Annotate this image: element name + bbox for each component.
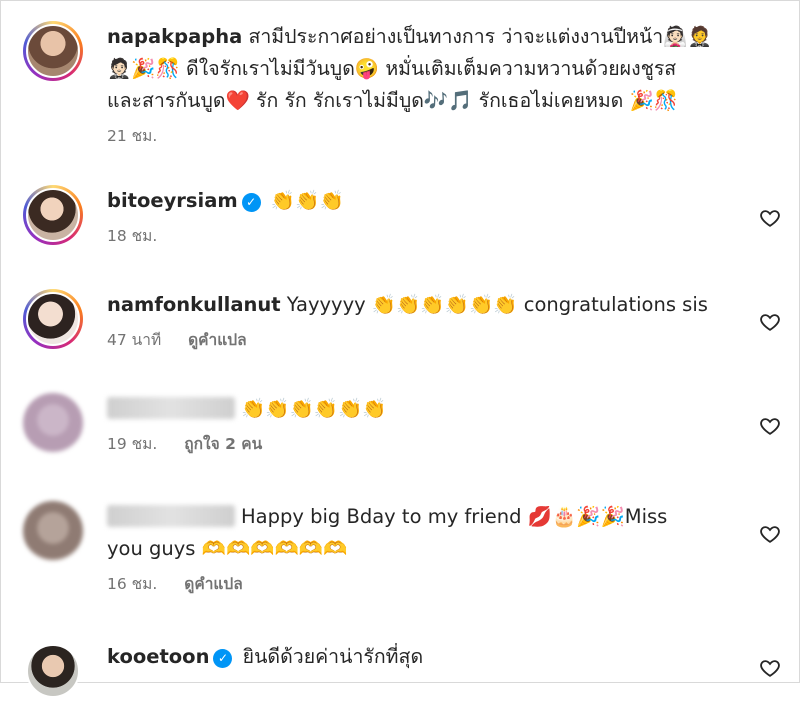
- comment-text: napakpapha สามีประกาศอย่างเป็นทางการ ว่า…: [107, 21, 729, 117]
- comment-line: Happy big Bday to my friend 💋🎂🎉🎉Miss: [241, 505, 668, 528]
- comment-username[interactable]: bitoeyrsiam: [107, 189, 238, 212]
- avatar-story-ring[interactable]: [23, 185, 83, 245]
- comment-line: และสารกันบูด❤️ รัก รัก รักเราไม่มีบูด🎶🎵 …: [107, 89, 679, 112]
- see-translation-link[interactable]: ดูคำแปล: [188, 331, 246, 349]
- comment-time[interactable]: 18 ชม.: [107, 227, 157, 245]
- comment-text: bitoeyrsiam ✓ 👏👏👏: [107, 185, 729, 217]
- avatar-blurred[interactable]: [23, 393, 83, 453]
- avatar[interactable]: [23, 393, 83, 453]
- comment-line: สามีประกาศอย่างเป็นทางการ ว่าจะแต่งงานปี…: [248, 25, 712, 48]
- comment-time[interactable]: 21 ชม.: [107, 127, 157, 145]
- comment-time[interactable]: 16 ชม.: [107, 575, 157, 593]
- comment-text: namfonkullanut Yayyyyy 👏👏👏👏👏👏 congratula…: [107, 289, 729, 321]
- heart-outline-icon[interactable]: [759, 523, 781, 545]
- avatar-blurred[interactable]: [23, 501, 83, 561]
- heart-outline-icon[interactable]: [759, 657, 781, 679]
- comment-username[interactable]: namfonkullanut: [107, 293, 281, 316]
- comment-text: kooetoon ✓ ยินดีด้วยค่าน่ารักที่สุด: [107, 641, 729, 673]
- comment-username-redacted[interactable]: [107, 397, 235, 419]
- avatar[interactable]: [26, 188, 80, 242]
- comment-line: ยินดีด้วยค่าน่ารักที่สุด: [242, 645, 424, 668]
- comment-line: 👏👏👏: [270, 189, 344, 212]
- avatar-story-ring[interactable]: [23, 21, 83, 81]
- comment-meta: 19 ชม. ถูกใจ 2 คน: [107, 431, 729, 456]
- comment-meta: 16 ชม. ดูคำแปล: [107, 571, 729, 596]
- comment-meta: 47 นาที ดูคำแปล: [107, 327, 729, 352]
- comment-likes[interactable]: ถูกใจ 2 คน: [184, 435, 262, 453]
- comment-line: Yayyyyy 👏👏👏👏👏👏 congratulations sis: [286, 293, 708, 316]
- avatar[interactable]: [26, 644, 80, 698]
- comment-line: 🤵🏻🎉🎊 ดีใจรักเราไม่มีวันบูด🤪 หมั่นเติมเต็…: [107, 57, 677, 80]
- comments-panel: napakpapha สามีประกาศอย่างเป็นทางการ ว่า…: [0, 0, 800, 698]
- verified-badge-icon: ✓: [241, 193, 261, 212]
- avatar[interactable]: [26, 292, 80, 346]
- heart-outline-icon[interactable]: [759, 311, 781, 333]
- comment-text: 👏👏👏👏👏👏: [107, 393, 729, 425]
- heart-outline-icon[interactable]: [759, 415, 781, 437]
- comment-text: Happy big Bday to my friend 💋🎂🎉🎉Miss you…: [107, 501, 729, 565]
- comment-username-redacted[interactable]: [107, 505, 235, 527]
- avatar[interactable]: [23, 501, 83, 561]
- comment-username[interactable]: napakpapha: [107, 25, 242, 48]
- comment-line: 👏👏👏👏👏👏: [241, 397, 387, 420]
- avatar-frame[interactable]: [23, 641, 83, 701]
- comment-username[interactable]: kooetoon: [107, 645, 209, 668]
- heart-outline-icon[interactable]: [759, 207, 781, 229]
- comment-line: you guys 🫶🫶🫶🫶🫶🫶: [107, 537, 348, 560]
- comment-meta: 18 ชม.: [107, 223, 729, 248]
- comment-meta: 21 ชม.: [107, 123, 729, 148]
- comment-time[interactable]: 47 นาที: [107, 331, 161, 349]
- comment-time[interactable]: 19 ชม.: [107, 435, 157, 453]
- avatar[interactable]: [26, 24, 80, 78]
- avatar-story-ring[interactable]: [23, 289, 83, 349]
- verified-badge-icon: ✓: [213, 649, 233, 668]
- see-translation-link[interactable]: ดูคำแปล: [184, 575, 242, 593]
